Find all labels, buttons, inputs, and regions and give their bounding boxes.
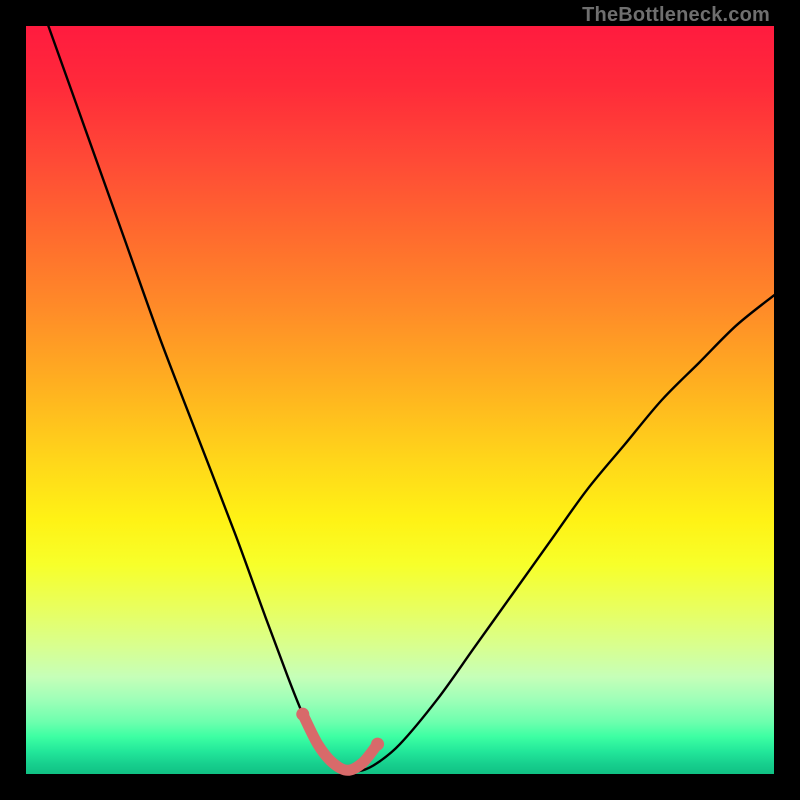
optimal-zone-highlight	[303, 714, 378, 770]
chart-frame: TheBottleneck.com	[0, 0, 800, 800]
chart-svg	[26, 26, 774, 774]
bottleneck-curve	[48, 26, 774, 771]
highlight-dot-left	[296, 708, 309, 721]
highlight-dot-right	[371, 738, 384, 751]
watermark-text: TheBottleneck.com	[582, 4, 770, 27]
